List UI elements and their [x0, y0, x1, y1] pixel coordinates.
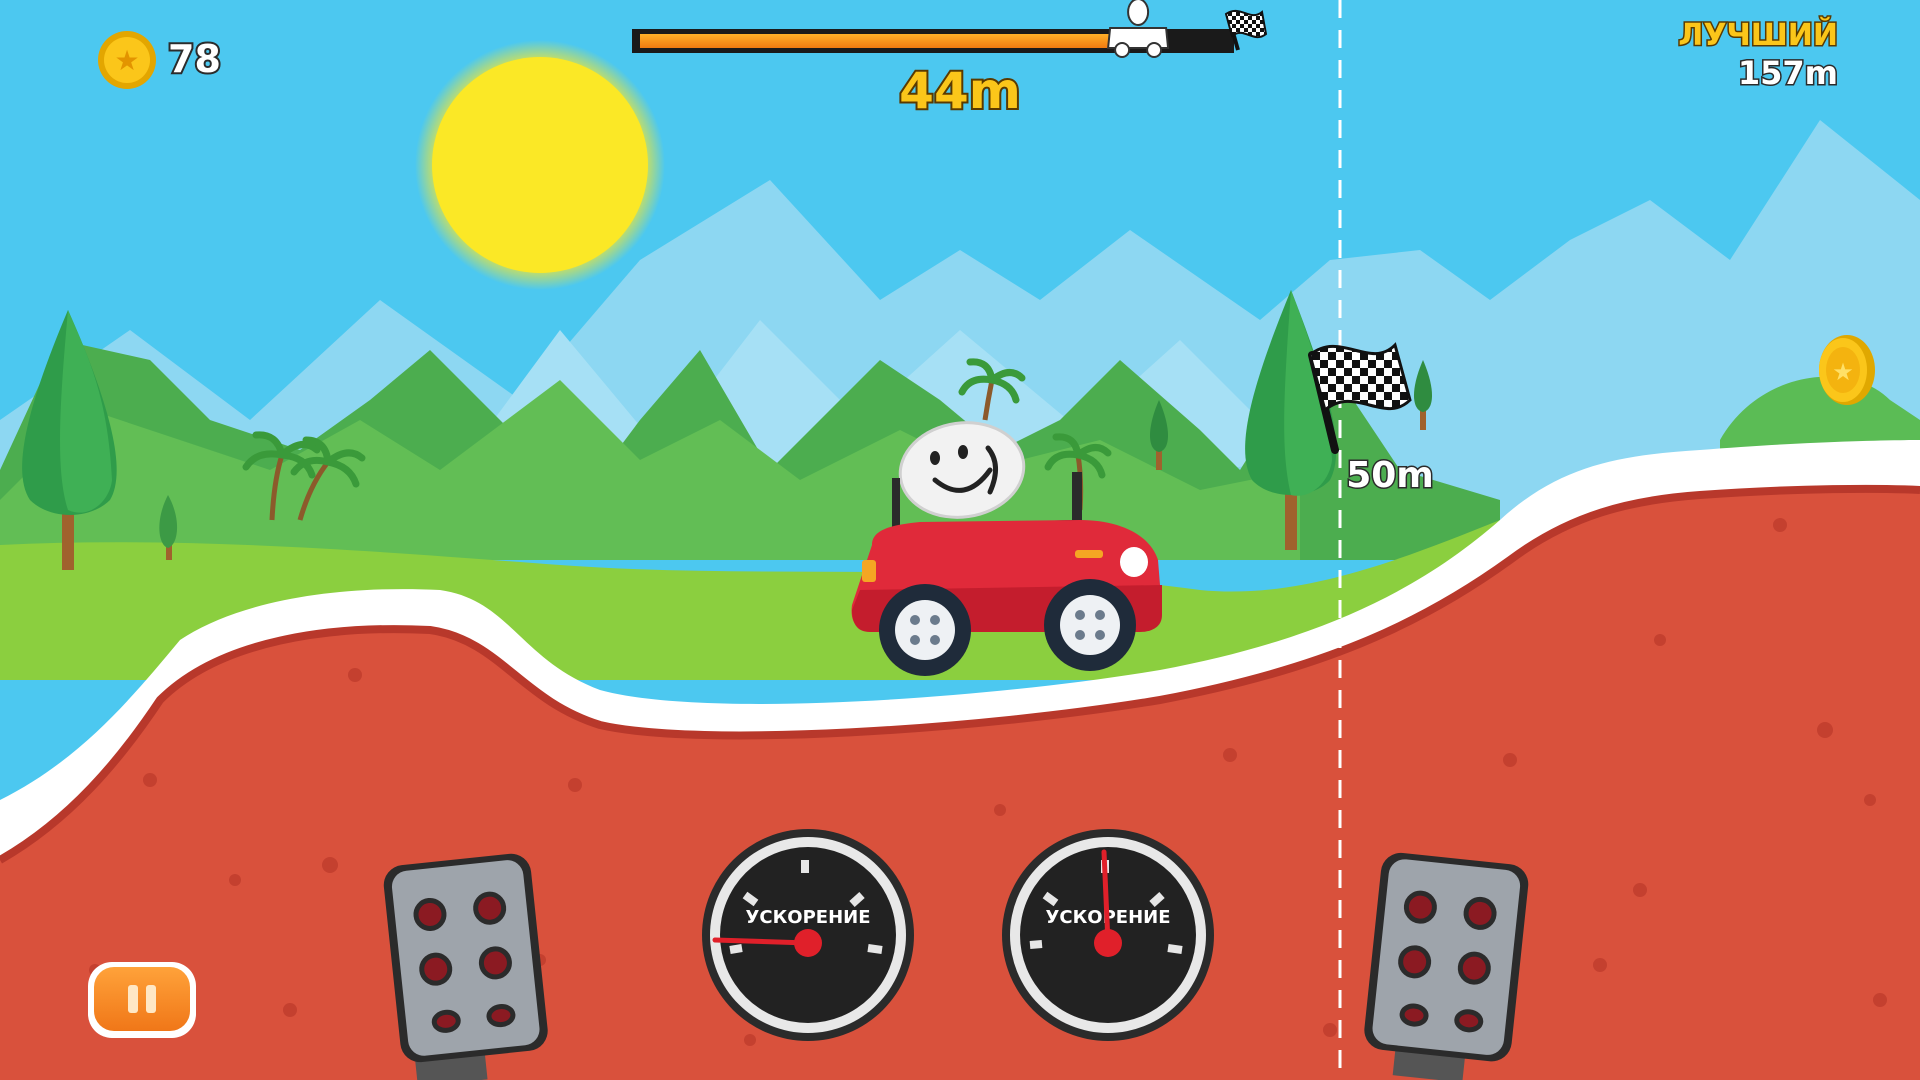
brake-pedal[interactable] — [382, 852, 552, 1080]
gauge-left-label: УСКОРЕНИЕ — [745, 907, 870, 928]
boost-gauge-left: УСКОРЕНИЕ — [702, 829, 914, 1041]
checkpoint-label: 50m — [1346, 455, 1434, 496]
progress-fill — [640, 34, 1139, 48]
sun — [415, 40, 665, 290]
svg-text:★: ★ — [114, 44, 139, 77]
best-value: 157m — [1738, 54, 1838, 92]
front-wheel — [1044, 579, 1136, 671]
pause-button[interactable] — [88, 962, 196, 1038]
best-label: ЛУЧШИЙ — [1678, 17, 1838, 53]
distance-label: 44m — [899, 62, 1021, 120]
gas-pedal[interactable] — [1360, 851, 1530, 1080]
boost-gauge-right: УСКОРЕНИЕ — [1002, 829, 1214, 1041]
rear-wheel — [879, 584, 971, 676]
svg-text:★: ★ — [1832, 358, 1854, 386]
coin-count: 78 — [168, 37, 221, 81]
coin-star-icon: ★ — [98, 31, 156, 89]
coin-pickup-icon: ★ — [1819, 335, 1875, 405]
